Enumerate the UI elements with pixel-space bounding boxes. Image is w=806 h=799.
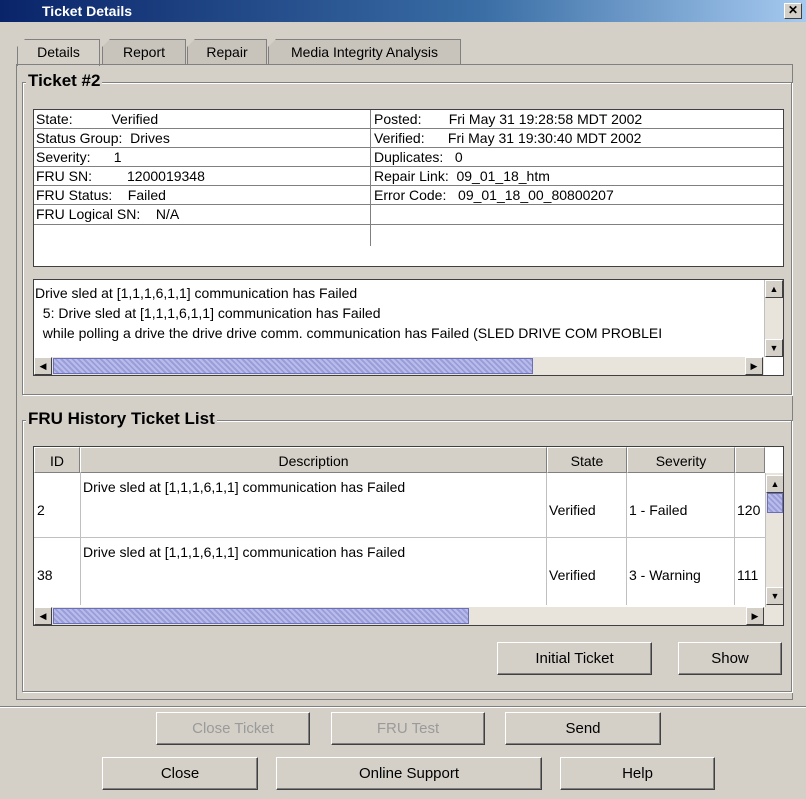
column-header-id[interactable]: ID — [34, 447, 80, 473]
cell-sn: 120 — [737, 502, 761, 518]
info-duplicates: Duplicates: 0 — [374, 149, 463, 165]
info-row: FRU Status: Failed Error Code: 09_01_18_… — [34, 186, 783, 205]
cell-id: 2 — [37, 502, 45, 518]
online-support-button[interactable]: Online Support — [276, 757, 542, 790]
cell-description: Drive sled at [1,1,1,6,1,1] communicatio… — [83, 479, 406, 495]
cell-state: Verified — [549, 567, 596, 583]
cell-id: 38 — [37, 567, 53, 583]
message-line: 5: Drive sled at [1,1,1,6,1,1] communica… — [35, 305, 381, 321]
info-row: Status Group: Drives Verified: Fri May 3… — [34, 129, 783, 148]
close-button[interactable]: Close — [102, 757, 258, 790]
help-button[interactable]: Help — [560, 757, 715, 790]
tab-media-integrity-analysis[interactable]: Media Integrity Analysis — [268, 39, 461, 65]
divider — [0, 706, 806, 708]
info-row: FRU SN: 1200019348 Repair Link: 09_01_18… — [34, 167, 783, 186]
info-posted: Posted: Fri May 31 19:28:58 MDT 2002 — [374, 111, 643, 127]
fru-history-table: ID Description State Severity 2 Drive sl… — [33, 446, 784, 626]
info-fru-logical-sn: FRU Logical SN: N/A — [36, 206, 180, 222]
scroll-thumb[interactable] — [767, 493, 783, 513]
history-horizontal-scrollbar[interactable]: ◀ ▶ — [34, 607, 783, 625]
scroll-right-icon[interactable]: ▶ — [746, 607, 764, 625]
info-verified: Verified: Fri May 31 19:30:40 MDT 2002 — [374, 130, 642, 146]
scroll-thumb[interactable] — [53, 608, 469, 624]
scroll-up-icon[interactable]: ▲ — [766, 475, 783, 493]
fru-history-heading: FRU History Ticket List — [26, 409, 217, 429]
table-row[interactable]: 2 Drive sled at [1,1,1,6,1,1] communicat… — [34, 473, 765, 537]
cell-severity: 3 - Warning — [629, 567, 701, 583]
title-bar: Ticket Details ✕ — [0, 0, 806, 22]
cell-sn: 111 — [737, 567, 759, 583]
close-ticket-button[interactable]: Close Ticket — [156, 712, 310, 745]
message-vertical-scrollbar[interactable]: ▲ ▼ — [764, 280, 783, 357]
column-header-description[interactable]: Description — [80, 447, 547, 473]
scroll-left-icon[interactable]: ◀ — [34, 357, 52, 375]
tab-report[interactable]: Report — [102, 39, 186, 65]
info-status-group: Status Group: Drives — [36, 130, 170, 146]
column-header-severity[interactable]: Severity — [627, 447, 735, 473]
tab-repair[interactable]: Repair — [187, 39, 267, 65]
scroll-left-icon[interactable]: ◀ — [34, 607, 52, 625]
close-icon[interactable]: ✕ — [784, 3, 802, 19]
fru-test-button[interactable]: FRU Test — [331, 712, 485, 745]
scroll-down-icon[interactable]: ▼ — [766, 587, 783, 605]
scroll-up-icon[interactable]: ▲ — [765, 280, 783, 298]
send-button[interactable]: Send — [505, 712, 661, 745]
scroll-down-icon[interactable]: ▼ — [765, 339, 783, 357]
history-vertical-scrollbar[interactable]: ▲ ▼ — [765, 473, 783, 607]
ticket-heading: Ticket #2 — [26, 71, 103, 91]
cell-state: Verified — [549, 502, 596, 518]
info-error-code: Error Code: 09_01_18_00_80800207 — [374, 187, 614, 203]
message-line: Drive sled at [1,1,1,6,1,1] communicatio… — [35, 285, 358, 301]
window-title: Ticket Details — [42, 3, 133, 19]
info-row: Severity: 1 Duplicates: 0 — [34, 148, 783, 167]
show-button[interactable]: Show — [678, 642, 782, 675]
message-line: while polling a drive the drive drive co… — [35, 325, 663, 341]
ticket-info-table: State: Verified Posted: Fri May 31 19:28… — [33, 109, 784, 267]
initial-ticket-button[interactable]: Initial Ticket — [497, 642, 652, 675]
message-horizontal-scrollbar[interactable]: ◀ ▶ — [34, 357, 764, 375]
scroll-thumb[interactable] — [53, 358, 533, 374]
info-fru-sn: FRU SN: 1200019348 — [36, 168, 205, 184]
info-repair-link[interactable]: Repair Link: 09_01_18_htm — [374, 168, 550, 184]
cell-description: Drive sled at [1,1,1,6,1,1] communicatio… — [83, 544, 406, 560]
info-state: State: Verified — [36, 111, 159, 127]
column-header-state[interactable]: State — [547, 447, 627, 473]
scroll-right-icon[interactable]: ▶ — [745, 357, 763, 375]
info-severity: Severity: 1 — [36, 149, 122, 165]
info-fru-status: FRU Status: Failed — [36, 187, 166, 203]
table-row[interactable]: 38 Drive sled at [1,1,1,6,1,1] communica… — [34, 538, 765, 602]
info-row: State: Verified Posted: Fri May 31 19:28… — [34, 110, 783, 129]
cell-severity: 1 - Failed — [629, 502, 688, 518]
ticket-message-area[interactable]: Drive sled at [1,1,1,6,1,1] communicatio… — [33, 279, 784, 376]
info-row: FRU Logical SN: N/A — [34, 205, 783, 246]
tab-details[interactable]: Details — [17, 39, 100, 66]
column-header-sn[interactable] — [735, 447, 765, 473]
